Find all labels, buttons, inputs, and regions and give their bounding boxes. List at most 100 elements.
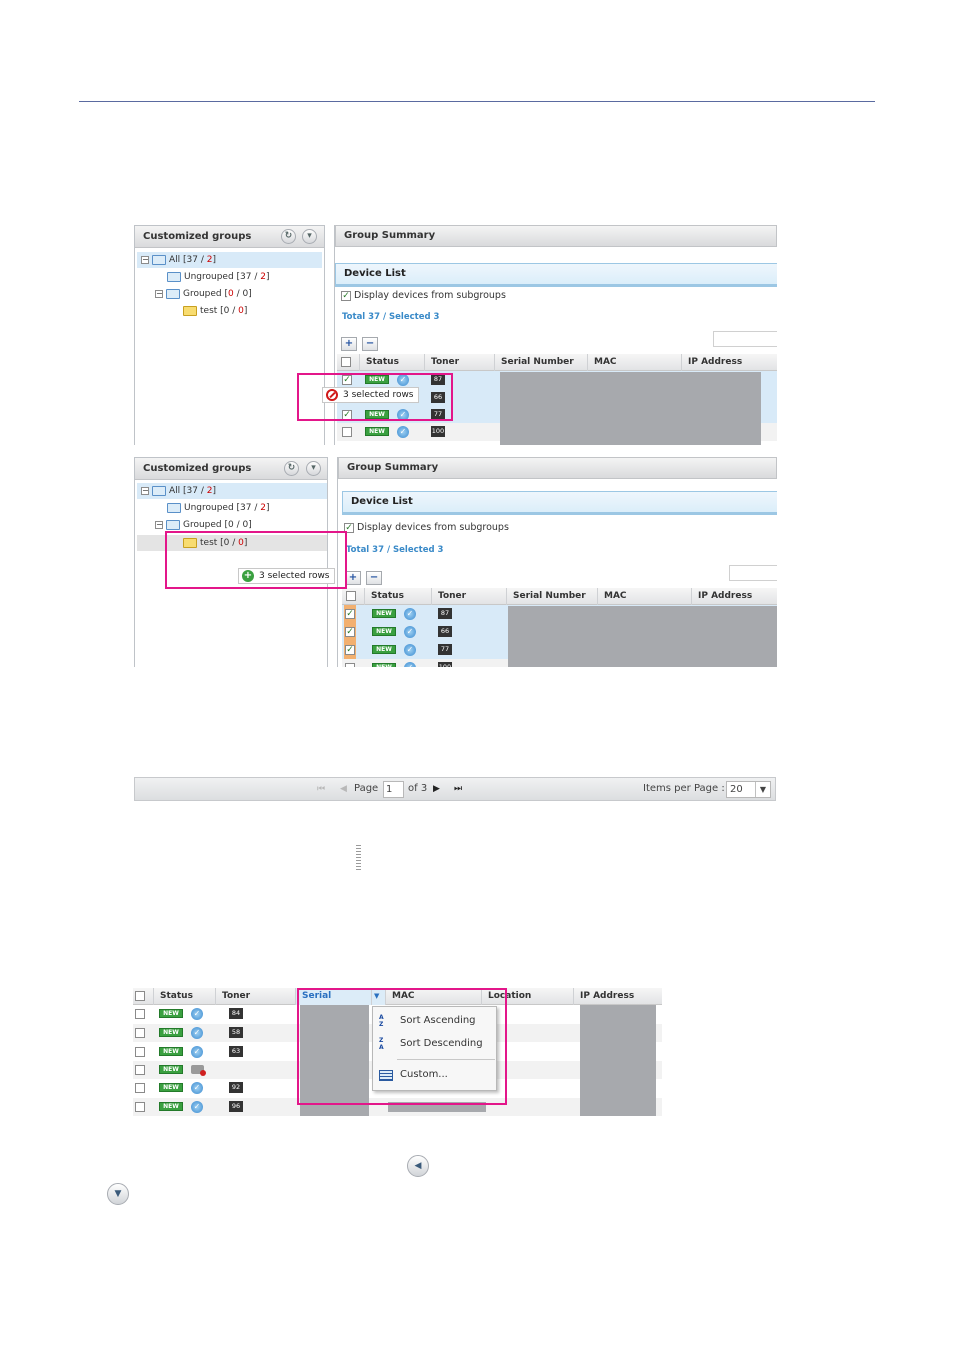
check-circle-icon: ✓ [404, 662, 416, 667]
row-checkbox[interactable] [135, 1102, 145, 1112]
printer-error-icon [191, 1065, 206, 1076]
select-all-checkbox[interactable] [346, 590, 356, 601]
new-badge: NEW [365, 427, 389, 436]
row-buttons: + − [345, 565, 383, 585]
refresh-icon[interactable]: ↻ [284, 461, 299, 476]
toner-level: 77 [438, 644, 452, 655]
remove-button[interactable]: − [366, 571, 383, 585]
row-checkbox[interactable] [345, 663, 355, 667]
row-checkbox[interactable] [135, 1083, 145, 1093]
folder-icon [152, 485, 166, 496]
group-summary-header[interactable]: Group Summary [338, 457, 777, 479]
highlight-box [297, 988, 507, 1105]
toner-level: 58 [229, 1027, 243, 1038]
display-subgroups-option[interactable]: ✓ Display devices from subgroups [341, 290, 506, 301]
col-serial-number[interactable]: Serial Number [506, 588, 597, 605]
folder-icon [166, 288, 180, 299]
col-status[interactable]: Status [359, 354, 424, 371]
refresh-icon[interactable]: ↻ [281, 229, 296, 244]
select-all-checkbox-cell[interactable] [133, 988, 153, 1005]
page-input[interactable]: 1 [383, 781, 404, 798]
folder-icon [152, 254, 166, 265]
check-circle-icon: ✓ [404, 626, 416, 638]
col-toner[interactable]: Toner [424, 354, 494, 371]
col-toner[interactable]: Toner [431, 588, 506, 605]
row-checkbox[interactable]: ✓ [345, 627, 355, 637]
search-input[interactable] [729, 565, 777, 581]
search-input[interactable] [713, 331, 777, 347]
check-circle-icon: ✓ [191, 1082, 203, 1094]
tree-item-test[interactable]: test [0 / 0] [183, 303, 247, 319]
col-serial-number[interactable]: Serial Number [494, 354, 587, 371]
col-status[interactable]: Status [364, 588, 431, 605]
col-ip-address[interactable]: IP Address [681, 354, 777, 371]
page-label: Page [354, 783, 379, 794]
row-checkbox[interactable] [135, 1028, 145, 1038]
column-resize-handle-icon [356, 845, 361, 870]
tree-item-ungrouped[interactable]: Ungrouped [37 / 2] [167, 500, 270, 516]
chevron-down-icon: ▼ [107, 1183, 129, 1205]
panel-title: Customized groups [143, 463, 252, 474]
screenshot-sort-menu: Status Toner Serial Number ▼ MAC Locatio… [133, 988, 662, 1116]
device-list-section: Device List [342, 491, 777, 515]
collapse-icon[interactable]: − [155, 289, 163, 298]
tree-item-all[interactable]: − All [37 / 2] [137, 252, 322, 268]
check-circle-icon: ✓ [191, 1008, 203, 1020]
tree-item-ungrouped[interactable]: Ungrouped [37 / 2] [167, 269, 270, 285]
row-checkbox[interactable] [342, 427, 352, 437]
items-per-page-select[interactable]: 20 ▼ [726, 781, 771, 798]
col-status[interactable]: Status [153, 988, 215, 1005]
chevron-down-icon[interactable]: ▾ [302, 229, 317, 244]
toner-level: 100 [431, 426, 445, 437]
last-page-icon[interactable]: ⏭ [454, 778, 462, 800]
check-circle-icon: ✓ [404, 644, 416, 656]
folder-icon [183, 305, 197, 316]
collapse-icon[interactable]: − [141, 486, 149, 495]
new-badge: NEW [159, 1102, 183, 1111]
row-checkbox[interactable]: ✓ [345, 645, 355, 655]
new-badge: NEW [159, 1028, 183, 1037]
toner-level: 87 [438, 608, 452, 619]
col-ip-address[interactable]: IP Address [691, 588, 777, 605]
chevron-down-icon[interactable]: ▼ [755, 782, 770, 797]
col-mac[interactable]: MAC [587, 354, 681, 371]
new-badge: NEW [159, 1083, 183, 1092]
row-checkbox[interactable] [135, 1065, 145, 1075]
device-list-section: Device List [335, 263, 777, 287]
collapse-icon[interactable]: − [155, 520, 163, 529]
group-summary-header[interactable]: Group Summary [335, 225, 777, 247]
add-button[interactable]: + [345, 571, 361, 585]
col-ip-address[interactable]: IP Address [573, 988, 662, 1005]
redacted-area [580, 1005, 656, 1116]
subgroups-checkbox[interactable]: ✓ [341, 290, 351, 301]
tree-item-grouped[interactable]: − Grouped [0 / 0] [155, 286, 252, 302]
chevron-down-icon[interactable]: ▾ [306, 461, 321, 476]
tree-item-all[interactable]: − All [37 / 2] [137, 483, 327, 499]
add-button[interactable]: + [341, 337, 357, 351]
totals-label: Total 37 / Selected 3 [346, 545, 444, 555]
highlight-box [165, 531, 347, 589]
select-all-checkbox-cell[interactable] [342, 588, 364, 605]
select-all-checkbox[interactable] [135, 990, 145, 1001]
remove-button[interactable]: − [362, 337, 379, 351]
prev-page-icon[interactable]: ◀ [340, 778, 347, 800]
row-checkbox[interactable] [135, 1047, 145, 1057]
col-toner[interactable]: Toner [215, 988, 295, 1005]
pagination-bar: ⏮ ◀ Page 1 of 3 ▶ ⏭ Items per Page : 20 … [134, 777, 776, 801]
row-checkbox[interactable] [135, 1009, 145, 1019]
col-mac[interactable]: MAC [597, 588, 691, 605]
check-circle-icon: ✓ [404, 608, 416, 620]
highlight-box [297, 373, 453, 421]
group-summary-panel: Group Summary Device List ✓ Display devi… [337, 457, 777, 667]
redacted-area [508, 606, 777, 667]
collapse-icon[interactable]: − [141, 255, 149, 264]
new-badge: NEW [159, 1065, 183, 1074]
display-subgroups-option[interactable]: ✓ Display devices from subgroups [344, 522, 509, 533]
select-all-checkbox[interactable] [341, 356, 351, 367]
next-page-icon[interactable]: ▶ [433, 778, 440, 800]
device-list-header: Device List [342, 491, 777, 515]
customized-groups-header: Customized groups ↻ ▾ [135, 458, 327, 480]
first-page-icon[interactable]: ⏮ [317, 778, 325, 800]
row-checkbox[interactable]: ✓ [345, 609, 355, 619]
select-all-checkbox-cell[interactable] [337, 354, 359, 371]
